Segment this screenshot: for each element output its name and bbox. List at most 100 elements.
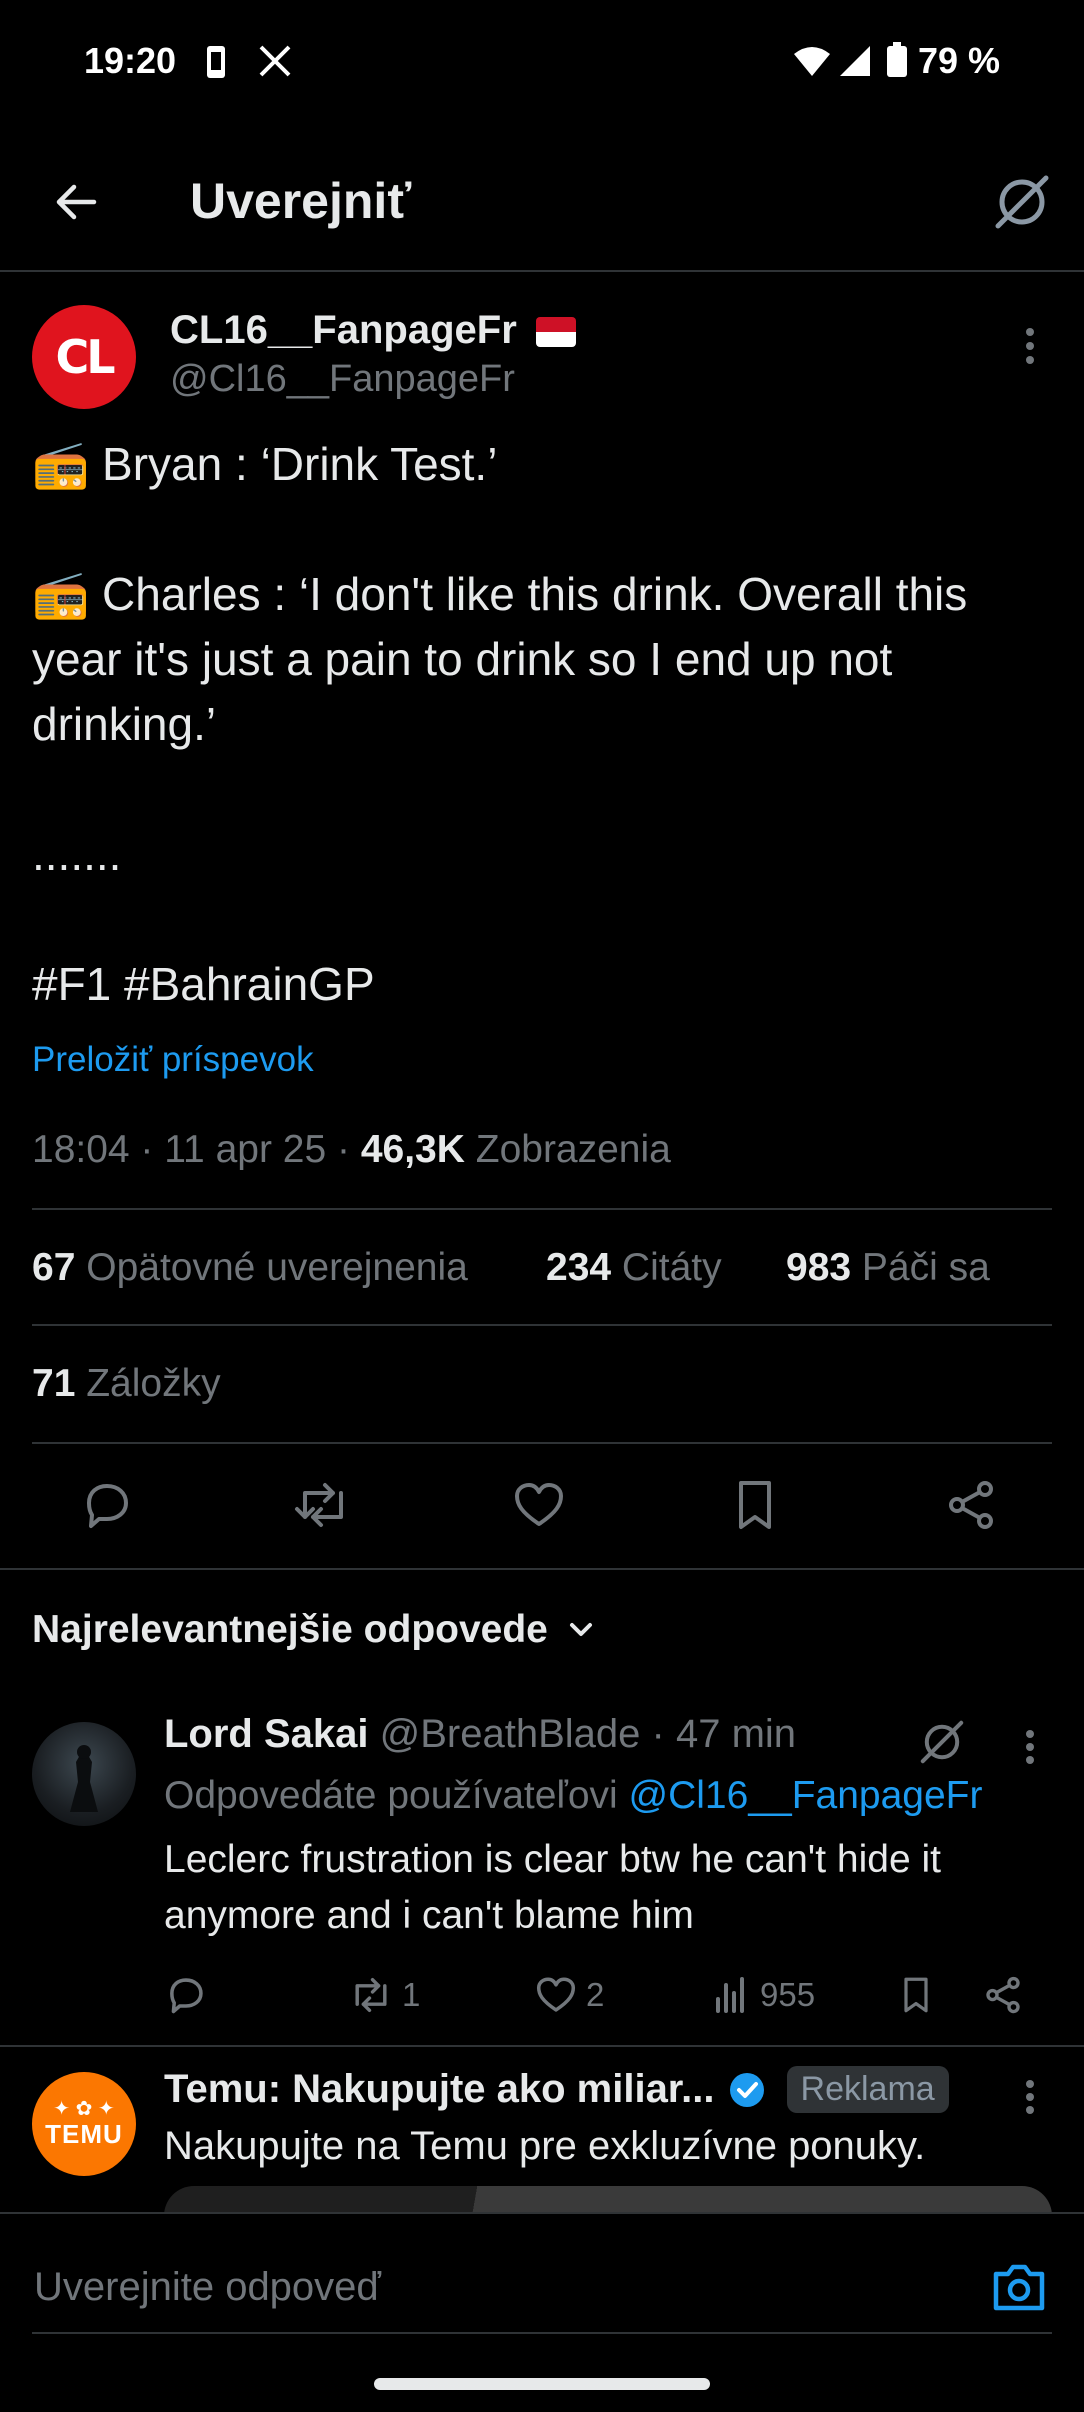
likes-label: Páči sa: [861, 1246, 990, 1289]
gesture-bar[interactable]: [374, 2378, 710, 2390]
reply-avatar[interactable]: [32, 1722, 136, 1826]
reply-more-button[interactable]: [1010, 1722, 1050, 1772]
verified-badge-icon: [729, 2072, 764, 2107]
post-actions: [0, 1455, 1084, 1555]
back-arrow-icon: [56, 184, 97, 220]
monaco-flag-icon: [535, 317, 576, 348]
author-avatar[interactable]: CL: [32, 305, 136, 409]
x-logo-icon: [258, 44, 292, 78]
reposts-label: Opätovné uverejnenia: [86, 1246, 468, 1289]
post-line-2: 📻 Charles : ‘I don't like this drink. Ov…: [32, 568, 968, 750]
camera-icon: [993, 2264, 1045, 2311]
share-button[interactable]: [921, 1455, 1021, 1555]
reply-text: Leclerc frustration is clear btw he can'…: [164, 1838, 941, 1937]
reply-header: Lord Sakai @BreathBlade · 47 min: [164, 1712, 796, 1757]
views-chart-icon: [716, 1977, 744, 2013]
like-icon: [515, 1483, 563, 1526]
camera-button[interactable]: [990, 2260, 1048, 2314]
reply-time: · 47 min: [651, 1712, 797, 1756]
back-button[interactable]: [40, 166, 112, 238]
post-time: 18:04 · 11 apr 25 ·: [32, 1128, 361, 1171]
reply-button[interactable]: [57, 1455, 157, 1555]
retweet-button[interactable]: [273, 1455, 373, 1555]
bookmarks-count: 71: [32, 1362, 76, 1405]
reply-views-button[interactable]: 955: [712, 1965, 815, 2025]
author-avatar-text: CL: [55, 330, 115, 384]
reply-avatar-figure: [70, 1745, 98, 1812]
author-display-name: CL16__FanpageFr: [170, 308, 517, 352]
stats-divider: [32, 1324, 1052, 1326]
reply-views-count: 955: [760, 1976, 816, 2013]
author-handle[interactable]: @Cl16__FanpageFr: [170, 358, 515, 401]
reply-author-handle[interactable]: @BreathBlade: [380, 1712, 641, 1756]
share-icon: [949, 1481, 993, 1529]
views-label: Zobrazenia: [464, 1128, 671, 1171]
likes-count: 983: [786, 1246, 852, 1289]
quotes-stat[interactable]: 234 Citáty: [546, 1246, 722, 1290]
reposts-stat[interactable]: 67 Opätovné uverejnenia: [32, 1246, 468, 1290]
share-icon: [986, 1976, 1020, 2014]
like-icon: [536, 1977, 576, 2012]
retweet-icon: [295, 1483, 343, 1527]
translate-link[interactable]: Preložiť príspevok: [32, 1040, 314, 1080]
quotes-count: 234: [546, 1246, 612, 1289]
chevron-down-icon: [569, 1623, 592, 1636]
actions-divider: [0, 1568, 1084, 1570]
reply-icon: [87, 1484, 128, 1528]
replies-sort-label: Najrelevantnejšie odpovede: [32, 1608, 548, 1651]
bookmark-icon: [904, 1977, 928, 2013]
bookmark-button[interactable]: [705, 1455, 805, 1555]
replying-to: Odpovedáte používateľovi @Cl16__FanpageF…: [164, 1774, 982, 1818]
reply-share-button[interactable]: [982, 1965, 1024, 2025]
wifi-icon: [792, 44, 832, 78]
more-vertical-icon: [1026, 2080, 1034, 2114]
like-button[interactable]: [489, 1455, 589, 1555]
battery-icon: [886, 42, 908, 78]
battery-level: 79 %: [917, 40, 1000, 81]
reply-like-count: 2: [586, 1976, 605, 2013]
replying-to-handle[interactable]: @Cl16__FanpageFr: [629, 1774, 983, 1817]
reply-input[interactable]: [32, 2254, 936, 2320]
replies-sort-dropdown[interactable]: Najrelevantnejšie odpovede: [32, 1608, 596, 1652]
composer-top-divider: [0, 2212, 1084, 2214]
post-more-button[interactable]: [1010, 318, 1050, 374]
author-name[interactable]: CL16__FanpageFr 🇲🇨: [170, 308, 576, 353]
ad-badge: Reklama: [786, 2066, 949, 2113]
ad-more-button[interactable]: [1010, 2072, 1050, 2122]
ad-header: Temu: Nakupujte ako miliar... Reklama: [164, 2066, 949, 2113]
reply-reply-button[interactable]: [164, 1965, 208, 2025]
more-vertical-icon: [1026, 328, 1034, 364]
likes-stat[interactable]: 983 Páči sa: [786, 1246, 990, 1290]
composer-underline: [32, 2332, 1052, 2334]
ad-name[interactable]: Temu: Nakupujte ako miliar...: [164, 2067, 715, 2112]
reply-retweet-count: 1: [402, 1976, 421, 2013]
quotes-label: Citáty: [621, 1246, 722, 1289]
post-meta: 18:04 · 11 apr 25 · 46,3K Zobrazenia: [32, 1128, 671, 1172]
post-hashtags[interactable]: #F1 #BahrainGP: [32, 952, 1052, 1017]
post-line-3: .......: [32, 828, 122, 880]
bookmarks-label: Záložky: [86, 1362, 221, 1405]
ad-text: Nakupujte na Temu pre exkluzívne ponuky.: [164, 2124, 926, 2168]
ad-avatar-text: TEMU: [45, 2118, 123, 2149]
views-count: 46,3K: [360, 1128, 465, 1171]
phone-icon: [198, 44, 234, 80]
grok-button[interactable]: [986, 166, 1058, 238]
page-title: Uverejniť: [190, 173, 412, 229]
reply-bookmark-button[interactable]: [896, 1965, 936, 2025]
temu-logo-icon: ✦ ✿ ✦: [53, 2097, 115, 2120]
ad-avatar[interactable]: ✦ ✿ ✦ TEMU: [32, 2072, 136, 2176]
bookmarks-divider: [32, 1442, 1052, 1444]
reposts-count: 67: [32, 1246, 76, 1289]
signal-icon: [838, 44, 872, 78]
status-time: 19:20: [84, 40, 177, 81]
bookmarks-stat[interactable]: 71 Záložky: [32, 1362, 221, 1406]
header-divider: [0, 270, 1084, 272]
reply-grok-button[interactable]: [918, 1718, 974, 1774]
status-bar: 19:20 79 %: [0, 0, 1084, 125]
reply-like-button[interactable]: 2: [534, 1965, 604, 2025]
reply-author-name[interactable]: Lord Sakai: [164, 1712, 369, 1756]
reply-divider: [0, 2045, 1084, 2047]
reply-retweet-button[interactable]: 1: [348, 1965, 420, 2025]
grok-icon: [995, 175, 1049, 229]
replying-prefix: Odpovedáte používateľovi: [164, 1774, 629, 1817]
